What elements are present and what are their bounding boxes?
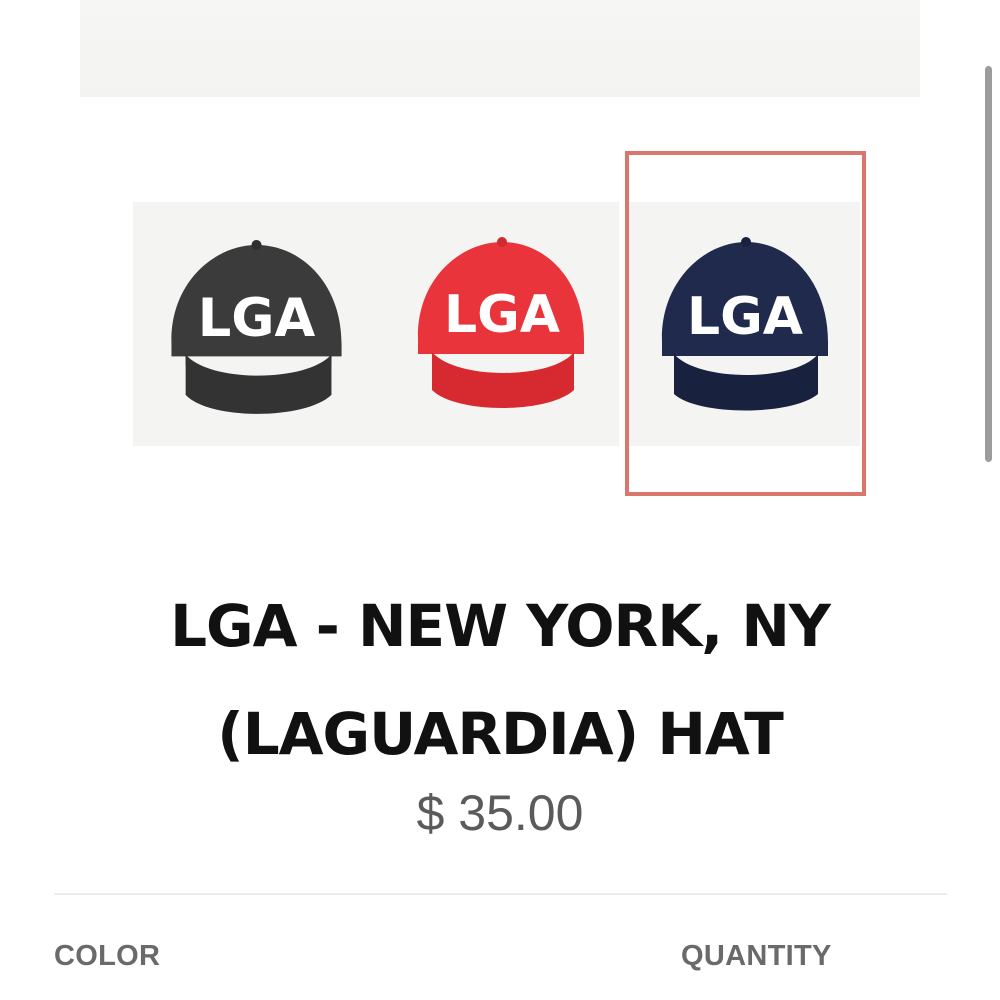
hat-image-red: LGA xyxy=(417,237,584,408)
quantity-label: QUANTITY xyxy=(681,940,832,972)
product-price: $ 35.00 xyxy=(416,785,584,841)
hat-image-gray: LGA xyxy=(171,239,342,414)
thumbnail-gallery: LGA LGA LGA xyxy=(0,0,1000,500)
product-title-line2: (LAGUARDIA) HAT xyxy=(217,700,784,768)
selected-thumbnail-border xyxy=(625,151,866,496)
thumbnail-red-hat[interactable]: LGA xyxy=(376,202,619,446)
hat-text-lga: LGA xyxy=(444,285,560,345)
color-label: COLOR xyxy=(54,940,161,972)
divider xyxy=(54,893,947,895)
product-title: LGA - NEW YORK, NY (LAGUARDIA) HAT xyxy=(100,572,900,788)
product-title-line1: LGA - NEW YORK, NY xyxy=(170,592,831,660)
hat-text-lga: LGA xyxy=(198,288,316,349)
thumbnail-gray-hat[interactable]: LGA xyxy=(133,202,376,446)
